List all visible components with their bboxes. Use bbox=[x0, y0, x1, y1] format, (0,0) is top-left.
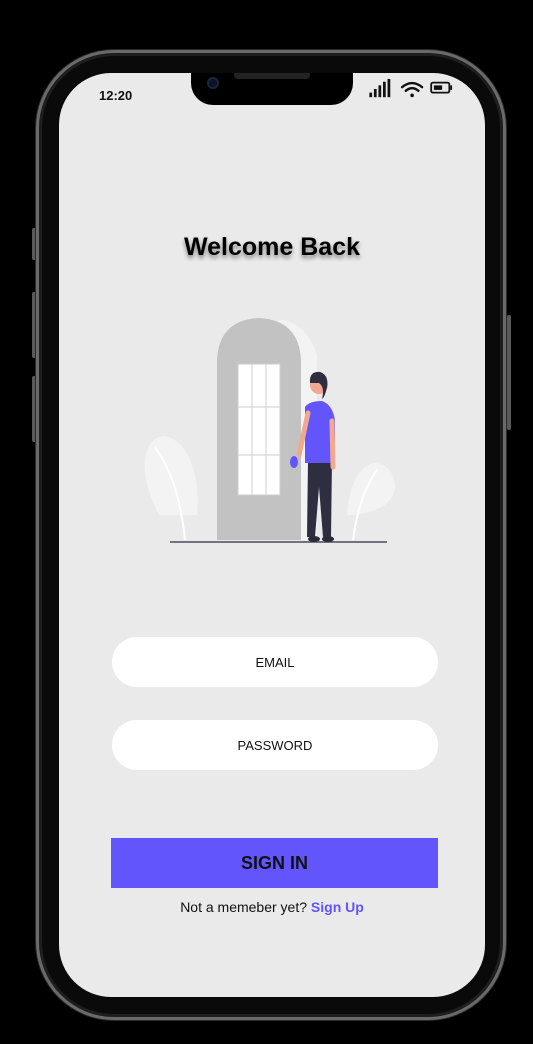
wifi-icon bbox=[400, 81, 424, 98]
signal-icon bbox=[369, 79, 391, 98]
signup-prompt-text: Not a memeber yet? bbox=[180, 899, 308, 915]
sign-up-link[interactable]: Sign Up bbox=[311, 899, 364, 915]
password-field[interactable] bbox=[112, 720, 438, 770]
speaker-grille bbox=[234, 73, 310, 79]
power-button bbox=[507, 315, 511, 430]
app-screen: 12:20 Welcome Back EMAIL SIGN IN Not a m… bbox=[59, 73, 485, 997]
status-icons bbox=[369, 79, 453, 98]
battery-icon bbox=[430, 81, 453, 94]
notch bbox=[191, 73, 353, 105]
signup-prompt: Not a memeber yet? Sign Up bbox=[59, 899, 485, 915]
front-camera bbox=[207, 77, 219, 89]
email-field[interactable] bbox=[112, 637, 438, 687]
door-illustration bbox=[144, 318, 395, 543]
sign-in-button[interactable]: SIGN IN bbox=[111, 838, 438, 888]
welcome-title: Welcome Back bbox=[183, 233, 360, 261]
status-time: 12:20 bbox=[99, 88, 133, 103]
